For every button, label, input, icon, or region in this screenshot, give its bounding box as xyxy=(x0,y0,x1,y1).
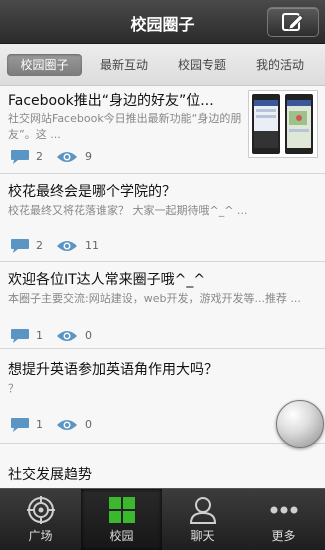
comment-icon xyxy=(11,150,29,164)
nav-label: 更多 xyxy=(271,529,296,543)
comment-icon xyxy=(11,329,29,343)
compose-edit-icon xyxy=(282,13,304,31)
more-dots-icon xyxy=(270,506,298,514)
post-summary: ？ xyxy=(8,382,19,395)
list-item[interactable]: Facebook推出“身边的好友”位... 社交网站Facebook今日推出最新… xyxy=(0,86,325,174)
post-title: 欢迎各位IT达人常来圈子哦^_^ xyxy=(8,272,206,288)
post-title: Facebook推出“身边的好友”位... xyxy=(8,93,214,109)
view-eye-icon xyxy=(57,152,77,162)
view-count: 11 xyxy=(85,239,99,252)
plaza-target-icon xyxy=(27,496,55,524)
nav-plaza[interactable]: 广场 xyxy=(0,489,81,550)
post-title: 社交发展趋势 xyxy=(8,467,92,483)
comment-count: 1 xyxy=(36,329,43,342)
nav-campus[interactable]: 校园 xyxy=(81,489,162,550)
top-bar: 校园圈子 xyxy=(0,0,325,44)
view-count: 9 xyxy=(85,150,92,163)
view-count: 0 xyxy=(85,418,92,431)
tab-latest-interaction[interactable]: 最新互动 xyxy=(88,54,160,76)
post-title: 想提升英语参加英语角作用大吗？ xyxy=(8,362,218,378)
campus-grid-icon xyxy=(109,497,135,523)
view-count: 0 xyxy=(85,329,92,342)
chat-person-icon xyxy=(189,497,217,524)
tab-campus-topics[interactable]: 校园专题 xyxy=(166,54,238,76)
post-title: 校花最终会是哪个学院的？ xyxy=(8,184,176,200)
floating-assistant-ball[interactable] xyxy=(276,400,324,448)
bottom-nav: 广场 校园 聊天 更多 xyxy=(0,488,325,550)
comment-count: 1 xyxy=(36,418,43,431)
compose-button[interactable] xyxy=(267,7,319,37)
nav-label: 聊天 xyxy=(190,529,215,543)
post-summary: 本圈子主要交流:网站建设，web开发，游戏开发等...推荐 ... xyxy=(8,292,301,305)
view-eye-icon xyxy=(57,241,77,251)
nav-label: 校园 xyxy=(109,529,134,543)
nav-chat[interactable]: 聊天 xyxy=(162,489,243,550)
post-stats: 1 0 xyxy=(10,328,130,344)
comment-icon xyxy=(11,418,29,432)
nav-more[interactable]: 更多 xyxy=(243,489,324,550)
view-eye-icon xyxy=(57,420,77,430)
post-summary: 社交网站Facebook今日推出最新功能“身边的朋友”。这 ... xyxy=(8,112,242,141)
comment-count: 2 xyxy=(36,150,43,163)
tab-campus-circle[interactable]: 校园圈子 xyxy=(7,54,82,76)
comment-icon xyxy=(11,239,29,253)
tab-bar: 校园圈子 最新互动 校园专题 我的活动 xyxy=(0,44,325,86)
list-item[interactable]: 校花最终会是哪个学院的？ 校花最终又将花落谁家？ 大家一起期待哦^_^ ... … xyxy=(0,174,325,262)
post-summary: 校花最终又将花落谁家？ 大家一起期待哦^_^ ... xyxy=(8,204,248,217)
post-stats: 2 9 xyxy=(10,149,130,165)
post-stats: 2 11 xyxy=(10,238,130,254)
list-item[interactable]: 社交发展趋势 xyxy=(0,444,325,488)
post-thumbnail xyxy=(248,90,318,158)
view-eye-icon xyxy=(57,331,77,341)
tab-my-activities[interactable]: 我的活动 xyxy=(244,54,316,76)
comment-count: 2 xyxy=(36,239,43,252)
post-stats: 1 0 xyxy=(10,417,130,433)
list-item[interactable]: 欢迎各位IT达人常来圈子哦^_^ 本圈子主要交流:网站建设，web开发，游戏开发… xyxy=(0,262,325,349)
nav-label: 广场 xyxy=(28,529,53,543)
